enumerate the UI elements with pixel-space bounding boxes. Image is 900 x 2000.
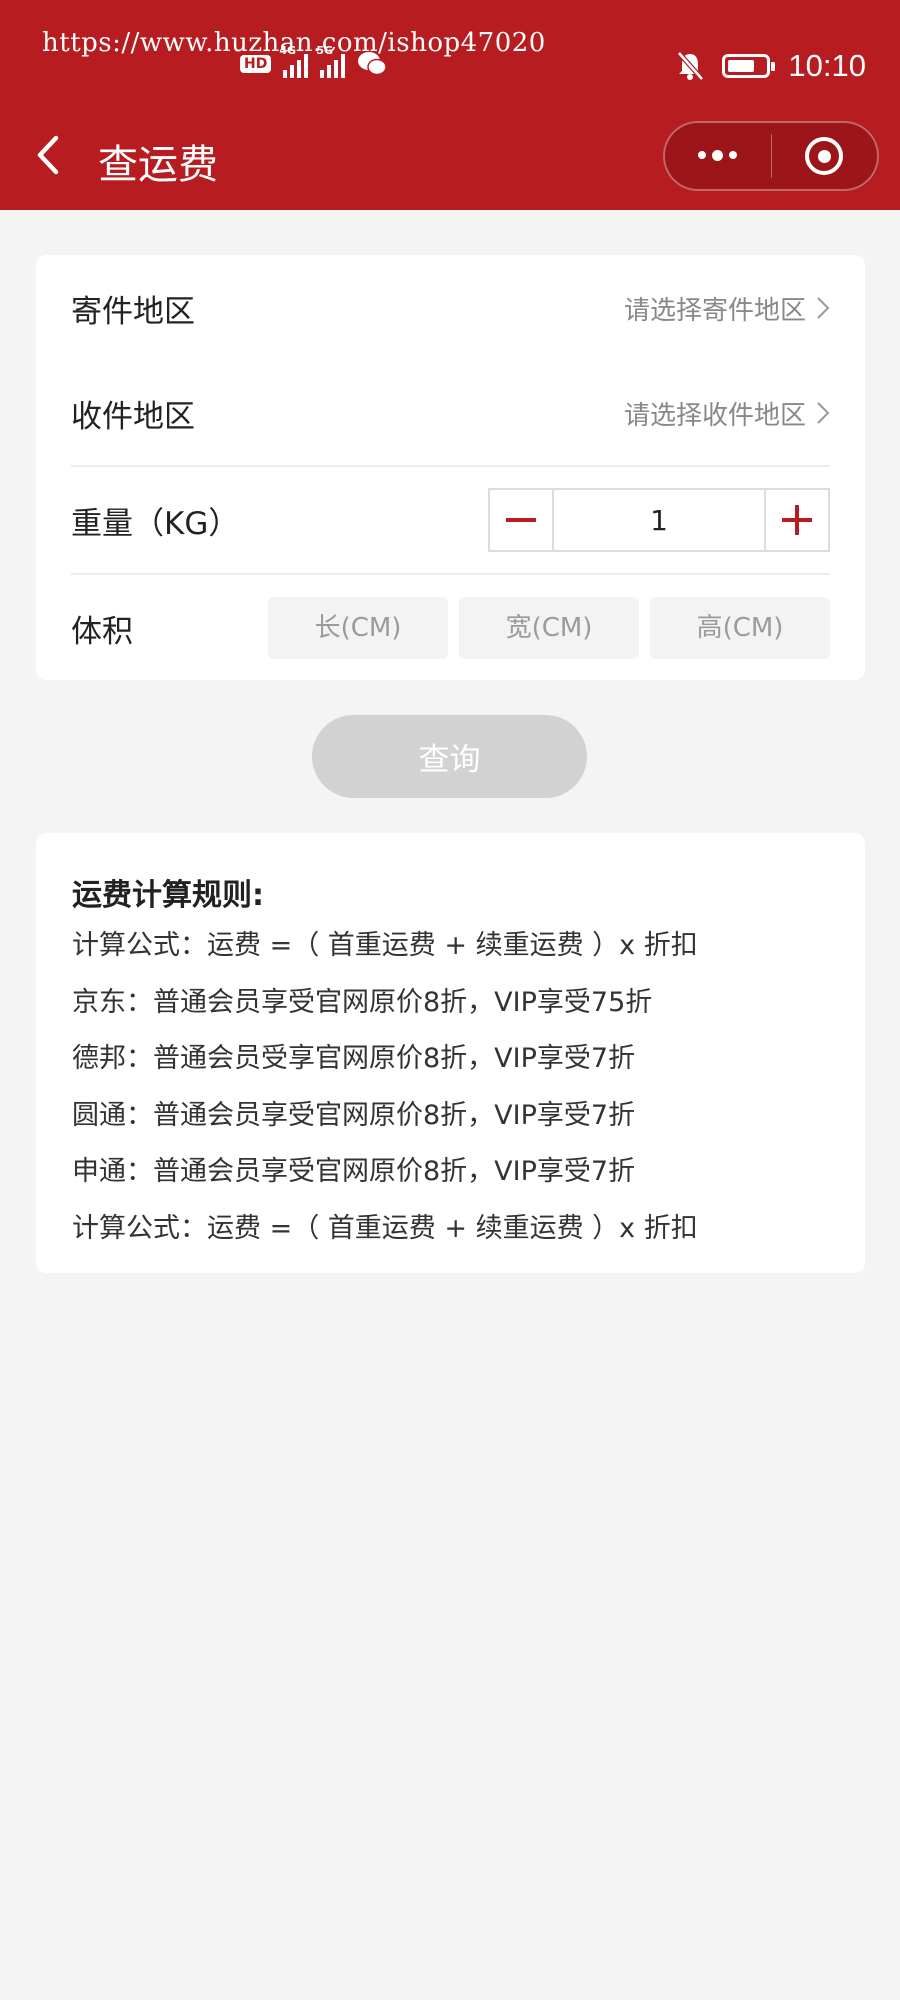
target-icon: [805, 137, 844, 175]
rules-card: 运费计算规则: 计算公式：运费 =（ 首重运费 + 续重运费 ）x 折扣 京东：…: [36, 833, 865, 1273]
status-icons: HD 4G 5G: [240, 44, 388, 78]
receiver-region-row[interactable]: 收件地区 请选择收件地区: [71, 380, 830, 446]
weight-value[interactable]: 1: [552, 490, 766, 550]
query-button[interactable]: 查询: [312, 715, 587, 798]
battery-icon: [722, 54, 776, 78]
volume-label: 体积: [71, 613, 133, 650]
top-bar: https://www.huzhan.com/ishop47020 HD 4G …: [0, 0, 900, 210]
volume-inputs: [268, 597, 830, 659]
receiver-region-label: 收件地区: [71, 398, 195, 435]
signal-icon-2: 5G: [316, 44, 346, 78]
chevron-right-icon: [817, 297, 830, 319]
menu-capsule: [663, 121, 879, 191]
length-input[interactable]: [268, 597, 448, 659]
receiver-region-picker[interactable]: 请选择收件地区: [624, 395, 830, 432]
rules-title: 运费计算规则:: [72, 878, 264, 913]
divider: [71, 573, 830, 575]
signal-icon: 4G: [279, 44, 309, 78]
decrease-button[interactable]: [490, 490, 552, 550]
rule-line: 京东：普通会员享受官网原价8折，VIP享受75折: [72, 987, 653, 1018]
close-miniprogram-button[interactable]: [772, 123, 878, 189]
rule-line: 圆通：普通会员享受官网原价8折，VIP享受7折: [72, 1100, 636, 1131]
rule-line: 计算公式：运费 =（ 首重运费 + 续重运费 ）x 折扣: [72, 1213, 698, 1244]
page-title: 查运费: [98, 142, 218, 188]
more-dots-icon: [698, 149, 738, 161]
sender-region-label: 寄件地区: [71, 293, 195, 330]
minus-icon: [506, 518, 536, 522]
plus-icon: [782, 505, 812, 535]
weight-row: 重量（KG） 1: [71, 487, 830, 553]
weight-stepper: 1: [488, 488, 830, 552]
mute-bell-icon: [677, 51, 705, 81]
sender-region-placeholder: 请选择寄件地区: [623, 295, 806, 326]
back-icon: [37, 135, 59, 175]
volume-row: 体积: [71, 597, 830, 659]
chevron-right-icon: [817, 402, 830, 424]
rule-line: 申通：普通会员享受官网原价8折，VIP享受7折: [72, 1156, 636, 1187]
divider: [71, 465, 830, 467]
increase-button[interactable]: [766, 490, 828, 550]
wechat-icon: [358, 52, 388, 76]
more-button[interactable]: [665, 123, 771, 189]
shipping-form-card: 寄件地区 请选择寄件地区 收件地区 请选择收件地区 重量（KG） 1 体积 长(…: [36, 255, 865, 680]
height-input[interactable]: [650, 597, 830, 659]
sender-region-picker[interactable]: 请选择寄件地区: [624, 290, 830, 327]
hd-badge: HD: [240, 55, 272, 73]
back-button[interactable]: [30, 130, 70, 180]
sender-region-row[interactable]: 寄件地区 请选择寄件地区: [71, 275, 830, 341]
clock: 10:10: [788, 48, 866, 83]
status-right: 10:10: [676, 48, 866, 84]
weight-label: 重量（KG）: [71, 505, 240, 542]
rule-line: 计算公式：运费 =（ 首重运费 + 续重运费 ）x 折扣: [72, 930, 698, 961]
receiver-region-placeholder: 请选择收件地区: [623, 400, 806, 431]
width-input[interactable]: [459, 597, 639, 659]
rule-line: 德邦：普通会员受享官网原价8折，VIP享受7折: [72, 1043, 636, 1074]
